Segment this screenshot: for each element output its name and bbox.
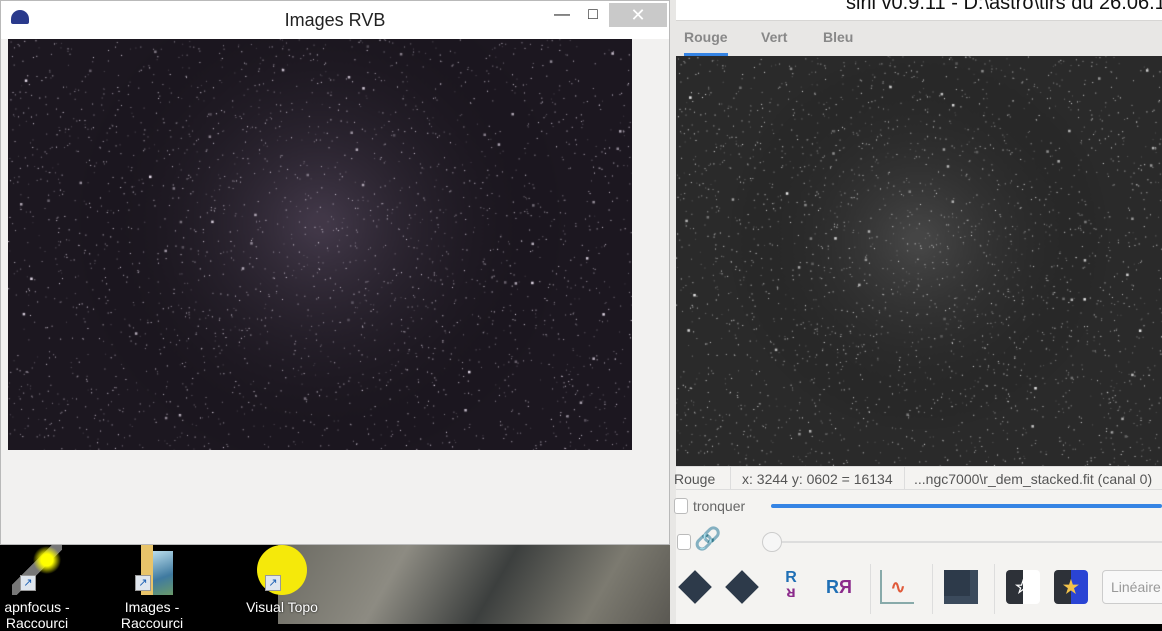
images-folder-icon: ↗ <box>127 545 177 595</box>
visual-topo-icon: ↗ <box>257 545 307 595</box>
icon-label: Images - <box>124 599 180 615</box>
high-value-slider[interactable] <box>771 504 1162 508</box>
close-button[interactable]: ✕ <box>609 3 667 27</box>
icon-label: Visual Topo <box>246 599 318 615</box>
window-title: siril v0.9.11 - D:\astro\tirs du 26.06.1… <box>846 0 1162 14</box>
title-bar[interactable]: Images RVB — □ ✕ <box>1 1 669 39</box>
tab-bleu[interactable]: Bleu <box>823 29 853 45</box>
status-coords: x: 3244 y: 0602 = 16134 <box>742 471 893 487</box>
mirror-y-icon[interactable]: RЯ <box>822 570 856 604</box>
channel-image-canvas[interactable] <box>676 56 1162 466</box>
desktop-icon-apnfocus[interactable]: ↗ apnfocus - Raccourci <box>0 545 92 631</box>
mirror-x-icon[interactable]: Rᴚ <box>774 570 808 604</box>
tab-vert[interactable]: Vert <box>761 29 787 45</box>
tab-rouge[interactable]: Rouge <box>684 29 728 56</box>
clip-checkbox[interactable] <box>674 498 688 514</box>
low-value-slider[interactable] <box>771 541 1162 543</box>
image-stack-icon[interactable] <box>944 570 978 604</box>
display-mode-select[interactable]: Linéaire <box>1102 570 1162 604</box>
icon-label-line2: Raccourci <box>120 615 184 631</box>
star-color-icon[interactable]: ★ <box>1054 570 1088 604</box>
rotate-left-icon[interactable] <box>678 570 712 604</box>
clip-label: tronquer <box>693 498 746 514</box>
shortcut-arrow-icon: ↗ <box>20 575 36 591</box>
title-bar[interactable]: siril v0.9.11 - D:\astro\tirs du 26.06.1… <box>676 0 1162 20</box>
link-checkbox[interactable] <box>677 534 691 550</box>
apnfocus-icon: ↗ <box>12 545 62 595</box>
histogram-icon[interactable]: ∿ <box>880 570 914 604</box>
minimize-button[interactable]: — <box>546 3 578 27</box>
toolbar: Rᴚ RЯ ∿ ☆ ★ Linéaire <box>676 560 1162 618</box>
shortcut-arrow-icon: ↗ <box>135 575 151 591</box>
rgb-images-window: Images RVB — □ ✕ <box>0 0 670 545</box>
slider-handle[interactable] <box>762 532 782 552</box>
status-file: ...ngc7000\r_dem_stacked.fit (canal 0) <box>914 471 1153 487</box>
maximize-button[interactable]: □ <box>577 3 609 27</box>
status-channel: Rouge <box>674 471 716 487</box>
icon-label-line2: Raccourci <box>5 615 69 631</box>
rotate-right-icon[interactable] <box>725 570 759 604</box>
icon-label: apnfocus - <box>4 599 70 615</box>
star-bw-icon[interactable]: ☆ <box>1006 570 1040 604</box>
status-bar: Rouge x: 3244 y: 0602 = 16134 ...ngc7000… <box>674 466 1162 490</box>
siril-main-window: siril v0.9.11 - D:\astro\tirs du 26.06.1… <box>670 0 1162 624</box>
rgb-image-canvas[interactable] <box>8 39 632 450</box>
shortcut-arrow-icon: ↗ <box>265 575 281 591</box>
channel-tabs: Rouge Vert Bleu <box>676 20 1162 56</box>
link-icon: 🔗 <box>694 526 722 551</box>
desktop-icon-visual-topo[interactable]: ↗ Visual Topo <box>227 545 337 615</box>
desktop-icon-images[interactable]: ↗ Images - Raccourci <box>97 545 207 631</box>
